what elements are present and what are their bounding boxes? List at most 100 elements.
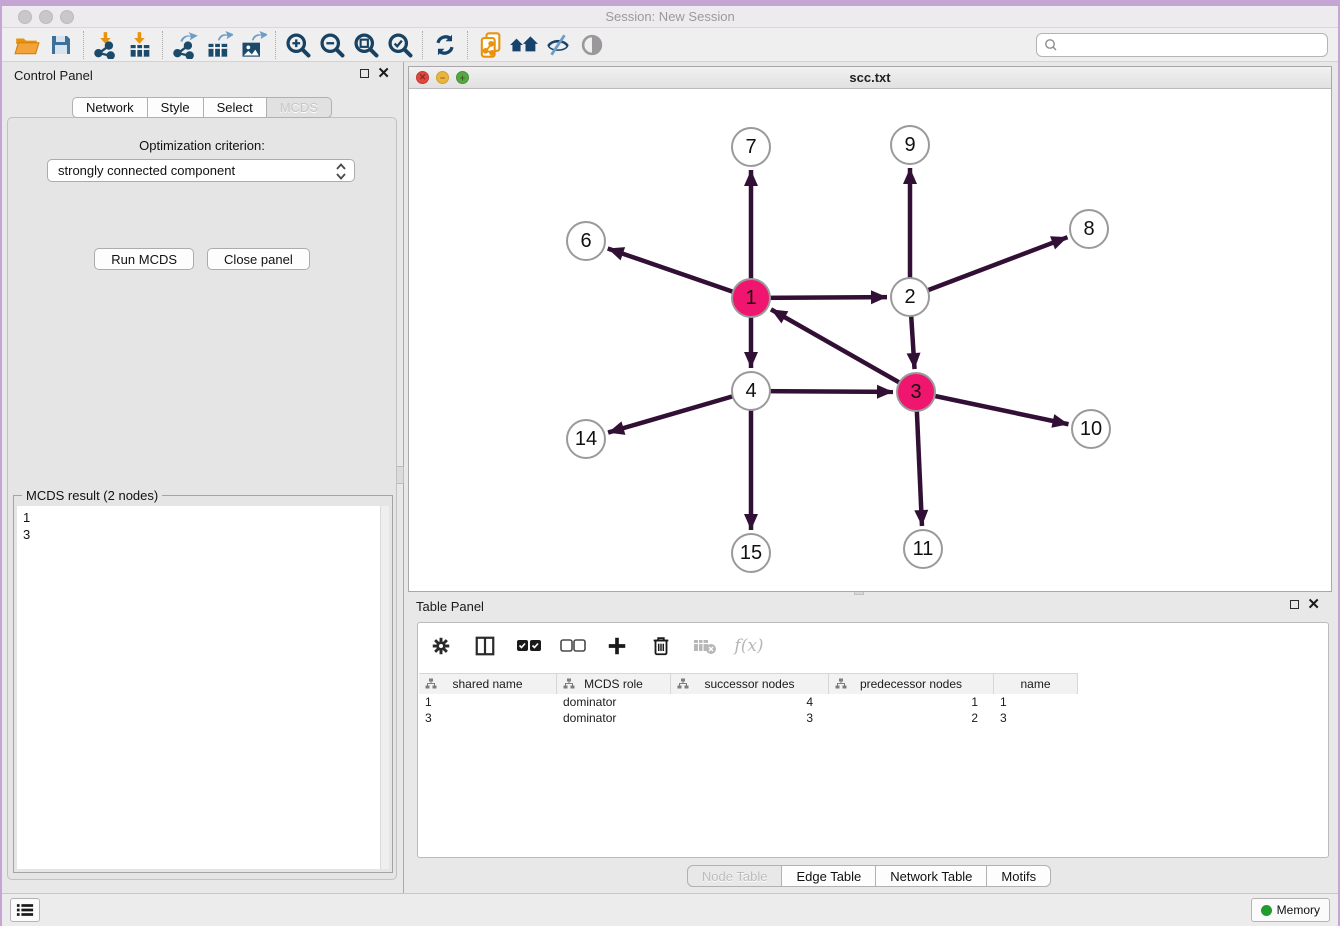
cell-predecessor-nodes[interactable]: 1 — [829, 694, 994, 710]
memory-button[interactable]: Memory — [1251, 898, 1330, 922]
control-panel-title: Control Panel — [14, 68, 93, 83]
list-icon — [16, 902, 34, 918]
cell-MCDS-role[interactable]: dominator — [557, 694, 671, 710]
network-canvas[interactable]: 7 9 6 8 1 2 4 3 14 10 15 11 — [409, 89, 1331, 591]
mcds-result-title: MCDS result (2 nodes) — [22, 488, 162, 503]
tab-node-table[interactable]: Node Table — [687, 865, 783, 887]
column-header-name[interactable]: name — [994, 674, 1078, 694]
node-1[interactable]: 1 — [731, 278, 771, 318]
close-panel-icon[interactable]: ✕ — [377, 68, 390, 79]
cell-shared-name[interactable]: 3 — [419, 710, 557, 726]
edge-1-2[interactable] — [751, 297, 887, 298]
table-row[interactable]: 3dominator323 — [419, 710, 1078, 726]
column-header-shared-name[interactable]: shared name — [419, 674, 557, 694]
node-11[interactable]: 11 — [903, 529, 943, 569]
cell-shared-name[interactable]: 1 — [419, 694, 557, 710]
mcds-panel: Optimization criterion: strongly connect… — [7, 117, 397, 880]
control-panel: Control Panel ✕ NetworkStyleSelectMCDS O… — [2, 62, 402, 893]
mcds-result-area[interactable]: 1 3 — [17, 506, 389, 869]
eye-slash-icon[interactable] — [541, 30, 575, 60]
combo-stepper-icon — [334, 162, 348, 184]
tab-edge-table[interactable]: Edge Table — [781, 865, 876, 887]
export-image-icon[interactable] — [236, 30, 270, 60]
zoom-selected-icon[interactable] — [383, 30, 417, 60]
mcds-result-scrollbar[interactable] — [380, 506, 389, 869]
node-3[interactable]: 3 — [896, 372, 936, 412]
edge-4-3[interactable] — [751, 391, 893, 392]
import-network-icon[interactable] — [89, 30, 123, 60]
export-network-icon[interactable] — [168, 30, 202, 60]
cell-successor-nodes[interactable]: 3 — [671, 710, 829, 726]
node-2[interactable]: 2 — [890, 277, 930, 317]
tab-network-table[interactable]: Network Table — [875, 865, 987, 887]
table-toolbar: f(x) — [426, 629, 764, 663]
network-edges — [409, 89, 1331, 591]
export-table-icon[interactable] — [202, 30, 236, 60]
node-10[interactable]: 10 — [1071, 409, 1111, 449]
run-mcds-button[interactable]: Run MCDS — [94, 248, 194, 270]
tab-select[interactable]: Select — [203, 97, 267, 118]
node-15[interactable]: 15 — [731, 533, 771, 573]
edge-3-11[interactable] — [916, 392, 922, 526]
function-builder-icon[interactable]: f(x) — [734, 631, 764, 661]
toolbar-separator — [275, 31, 276, 59]
network-window-titlebar[interactable]: ✕ − + scc.txt — [409, 67, 1331, 89]
edge-2-8[interactable] — [910, 237, 1067, 297]
tab-network[interactable]: Network — [72, 97, 148, 118]
import-table-icon[interactable] — [123, 30, 157, 60]
edge-4-14[interactable] — [608, 391, 751, 433]
table-row[interactable]: 1dominator411 — [419, 694, 1078, 710]
float-panel-icon[interactable] — [1290, 600, 1299, 609]
node-6[interactable]: 6 — [566, 221, 606, 261]
cell-successor-nodes[interactable]: 4 — [671, 694, 829, 710]
select-all-icon[interactable] — [514, 631, 544, 661]
toolbar-separator — [467, 31, 468, 59]
node-9[interactable]: 9 — [890, 125, 930, 165]
node-8[interactable]: 8 — [1069, 209, 1109, 249]
tab-mcds[interactable]: MCDS — [266, 97, 332, 118]
table-panel-title: Table Panel — [416, 599, 484, 614]
zoom-in-icon[interactable] — [281, 30, 315, 60]
node-7[interactable]: 7 — [731, 127, 771, 167]
node-4[interactable]: 4 — [731, 371, 771, 411]
table-settings-icon[interactable] — [426, 631, 456, 661]
tab-motifs[interactable]: Motifs — [986, 865, 1051, 887]
task-history-button[interactable] — [10, 898, 40, 922]
column-header-MCDS-role[interactable]: MCDS role — [557, 674, 671, 694]
cell-MCDS-role[interactable]: dominator — [557, 710, 671, 726]
close-panel-button[interactable]: Close panel — [207, 248, 310, 270]
cell-name[interactable]: 3 — [994, 710, 1078, 726]
open-folder-icon[interactable] — [10, 30, 44, 60]
close-panel-icon[interactable]: ✕ — [1307, 599, 1320, 610]
delete-table-icon[interactable] — [690, 631, 720, 661]
main-area: Control Panel ✕ NetworkStyleSelectMCDS O… — [2, 62, 1338, 893]
cell-predecessor-nodes[interactable]: 2 — [829, 710, 994, 726]
optimization-criterion-select[interactable]: strongly connected component — [47, 159, 355, 182]
main-toolbar — [2, 28, 1338, 62]
toolbar-separator — [422, 31, 423, 59]
column-header-predecessor-nodes[interactable]: predecessor nodes — [829, 674, 994, 694]
cell-name[interactable]: 1 — [994, 694, 1078, 710]
delete-column-icon[interactable] — [646, 631, 676, 661]
home-icon[interactable] — [507, 30, 541, 60]
tab-style[interactable]: Style — [147, 97, 204, 118]
show-columns-icon[interactable] — [470, 631, 500, 661]
refresh-icon[interactable] — [428, 30, 462, 60]
search-input[interactable] — [1059, 36, 1327, 54]
eye-icon[interactable] — [575, 30, 609, 60]
edge-3-10[interactable] — [916, 392, 1068, 424]
share-document-icon[interactable] — [473, 30, 507, 60]
save-icon[interactable] — [44, 30, 78, 60]
column-tree-icon — [563, 678, 575, 690]
edge-1-6[interactable] — [608, 249, 751, 298]
deselect-all-icon[interactable] — [558, 631, 588, 661]
zoom-out-icon[interactable] — [315, 30, 349, 60]
zoom-fit-icon[interactable] — [349, 30, 383, 60]
float-panel-icon[interactable] — [360, 69, 369, 78]
node-14[interactable]: 14 — [566, 419, 606, 459]
add-column-icon[interactable] — [602, 631, 632, 661]
column-header-successor-nodes[interactable]: successor nodes — [671, 674, 829, 694]
search-field[interactable] — [1036, 33, 1328, 57]
edge-3-1[interactable] — [771, 309, 916, 392]
memory-status-icon — [1261, 905, 1272, 916]
